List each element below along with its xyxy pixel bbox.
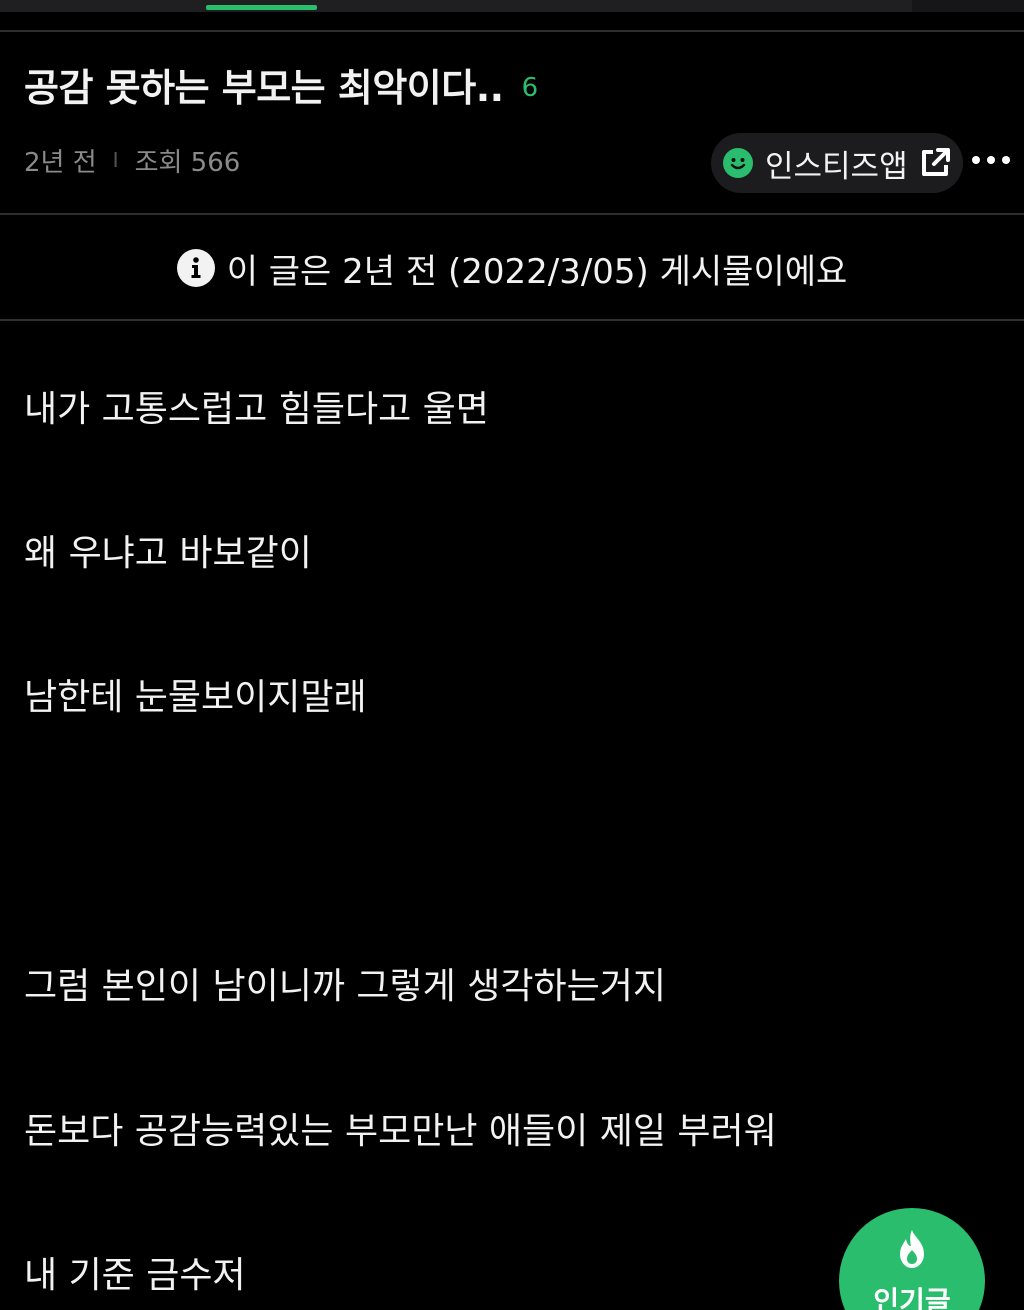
meta-separator: I	[112, 148, 119, 172]
top-bar-right-area	[912, 0, 1024, 12]
view-count: 조회 566	[134, 147, 241, 178]
popular-posts-label: 인기글	[873, 1285, 951, 1310]
divider-top	[0, 30, 1024, 32]
post-title-row: 공감 못하는 부모는 최악이다.. 6	[24, 56, 538, 112]
open-in-app-button[interactable]: 인스티즈앱	[711, 133, 963, 193]
popular-posts-button[interactable]: 인기글	[839, 1208, 985, 1310]
post-meta: 2년 전 I 조회 566	[24, 140, 240, 180]
more-options-icon[interactable]	[972, 150, 1010, 170]
flame-icon	[900, 1230, 924, 1268]
posted-time: 2년 전	[24, 147, 97, 178]
active-tab-indicator	[206, 5, 317, 10]
body-paragraph: 남한테 눈물보이지말래	[24, 677, 367, 718]
top-tab-bar	[0, 0, 1024, 12]
divider-header	[0, 213, 1024, 215]
post-page: 공감 못하는 부모는 최악이다.. 6 2년 전 I 조회 566 인스티즈앱	[0, 0, 1024, 1310]
open-in-app-label: 인스티즈앱	[765, 148, 908, 185]
post-title: 공감 못하는 부모는 최악이다..	[24, 65, 504, 110]
more-dot	[1002, 156, 1010, 164]
external-link-icon	[921, 148, 950, 176]
body-paragraph: 그럼 본인이 남이니까 그렇게 생각하는거지	[24, 966, 666, 1007]
body-paragraph: 내 기준 금수저	[24, 1255, 246, 1296]
body-paragraph: 내가 고통스럽고 힘들다고 울면	[24, 389, 489, 430]
notice-text: 이 글은 2년 전 (2022/3/05) 게시물이에요	[226, 251, 848, 292]
body-paragraph: 돈보다 공감능력있는 부모만난 애들이 제일 부러워	[24, 1111, 777, 1152]
body-paragraph: 왜 우냐고 바보같이	[24, 533, 312, 574]
comment-count[interactable]: 6	[522, 73, 539, 103]
more-dot	[972, 156, 980, 164]
info-icon	[176, 249, 215, 287]
smile-icon	[723, 148, 753, 178]
old-post-notice: 이 글은 2년 전 (2022/3/05) 게시물이에요	[0, 240, 1024, 296]
more-dot	[987, 156, 995, 164]
divider-notice	[0, 319, 1024, 321]
